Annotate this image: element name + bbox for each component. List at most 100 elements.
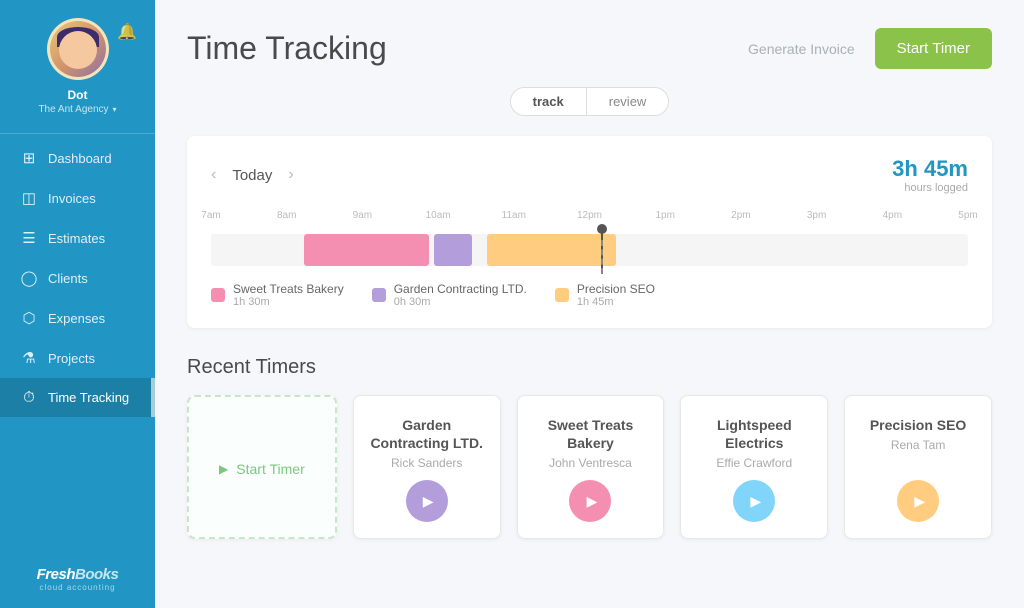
tabs-container: track review: [187, 87, 992, 116]
time-5pm: 5pm: [958, 210, 977, 221]
play-icon-lightspeed: ▶: [750, 493, 761, 510]
sidebar-item-projects[interactable]: ⚗ Projects: [0, 338, 155, 378]
sidebar-item-clients[interactable]: ◯ Clients: [0, 258, 155, 298]
timer-company-precision-seo: Precision SEO: [870, 416, 966, 434]
block-sweet-treats: [304, 234, 429, 266]
page-title: Time Tracking: [187, 30, 387, 67]
timeline-header: ‹ Today › 3h 45m hours logged: [211, 156, 968, 194]
next-arrow[interactable]: ›: [288, 166, 293, 184]
timer-person-garden-contracting: Rick Sanders: [370, 456, 484, 470]
timer-person-sweet-treats: John Ventresca: [534, 456, 648, 470]
time-4pm: 4pm: [883, 210, 902, 221]
add-timer-label: ▶ Start Timer: [219, 461, 305, 477]
time-3pm: 3pm: [807, 210, 826, 221]
timeline-ruler: 7am 8am 9am 10am 11am 12pm 1pm 2pm 3pm 4…: [211, 210, 968, 228]
hours-value: 3h 45m: [892, 156, 968, 182]
sidebar-user-section: 🔔 Dot The Ant Agency ▾: [0, 0, 155, 129]
timers-grid: ▶ Start Timer Garden Contracting LTD. Ri…: [187, 395, 992, 539]
timer-card-precision-seo: Precision SEO Rena Tam ▶: [844, 395, 992, 539]
timeline-bar-area: [211, 234, 968, 266]
bell-icon[interactable]: 🔔: [117, 22, 137, 42]
sidebar-item-time-tracking[interactable]: ⏱ Time Tracking: [0, 378, 155, 417]
logo-name: FreshBooks: [37, 566, 119, 583]
hours-label: hours logged: [892, 182, 968, 194]
block-precision-seo: [487, 234, 616, 266]
timer-company-sweet-treats: Sweet Treats Bakery: [534, 416, 648, 452]
play-icon-sweet-treats: ▶: [587, 493, 598, 510]
legend-sweet-treats: Sweet Treats Bakery 1h 30m: [211, 282, 344, 308]
current-time-dot: [597, 224, 607, 234]
legend-dot-precision-seo: [555, 288, 569, 302]
play-button-sweet-treats[interactable]: ▶: [569, 480, 611, 522]
legend-name-garden-contracting: Garden Contracting LTD.: [394, 282, 527, 296]
legend-time-garden-contracting: 0h 30m: [394, 296, 527, 308]
current-time-dashes: [601, 240, 603, 274]
prev-arrow[interactable]: ‹: [211, 166, 216, 184]
sidebar: 🔔 Dot The Ant Agency ▾ ⊞ Dashboard ◫ Inv…: [0, 0, 155, 608]
legend-name-precision-seo: Precision SEO: [577, 282, 655, 296]
play-icon-garden-contracting: ▶: [423, 493, 434, 510]
hours-logged: 3h 45m hours logged: [892, 156, 968, 194]
current-time-line: [601, 230, 603, 270]
generate-invoice-button[interactable]: Generate Invoice: [748, 41, 855, 57]
timer-card-garden-contracting: Garden Contracting LTD. Rick Sanders ▶: [353, 395, 501, 539]
time-9am: 9am: [353, 210, 372, 221]
block-garden-contracting: [434, 234, 472, 266]
play-triangle-icon: ▶: [219, 462, 228, 476]
tabs: track review: [510, 87, 670, 116]
time-11am: 11am: [502, 210, 526, 221]
timeline-card: ‹ Today › 3h 45m hours logged 7am 8am 9a…: [187, 136, 992, 328]
timer-person-lightspeed: Effie Crawford: [697, 456, 811, 470]
clients-icon: ◯: [20, 269, 38, 287]
today-label: Today: [232, 167, 272, 184]
timeline-nav: ‹ Today ›: [211, 166, 294, 184]
time-10am: 10am: [426, 210, 451, 221]
estimates-icon: ☰: [20, 229, 38, 247]
expenses-icon: ⬡: [20, 309, 38, 327]
avatar: [47, 18, 109, 80]
time-7am: 7am: [201, 210, 220, 221]
time-tracking-icon: ⏱: [20, 389, 38, 406]
time-8am: 8am: [277, 210, 296, 221]
chevron-down-icon: ▾: [113, 105, 117, 114]
timeline-legend: Sweet Treats Bakery 1h 30m Garden Contra…: [211, 282, 968, 308]
user-company[interactable]: The Ant Agency ▾: [38, 104, 116, 115]
tab-review[interactable]: review: [587, 88, 669, 115]
timer-card-lightspeed: Lightspeed Electrics Effie Crawford ▶: [680, 395, 828, 539]
legend-garden-contracting: Garden Contracting LTD. 0h 30m: [372, 282, 527, 308]
freshbooks-logo: FreshBooks cloud accounting: [37, 554, 119, 608]
logo-tagline: cloud accounting: [39, 583, 115, 592]
sidebar-item-estimates[interactable]: ☰ Estimates: [0, 218, 155, 258]
legend-time-precision-seo: 1h 45m: [577, 296, 655, 308]
time-1pm: 1pm: [655, 210, 674, 221]
sidebar-item-invoices[interactable]: ◫ Invoices: [0, 178, 155, 218]
main-content: Time Tracking Generate Invoice Start Tim…: [155, 0, 1024, 608]
recent-timers-title: Recent Timers: [187, 356, 992, 379]
time-2pm: 2pm: [731, 210, 750, 221]
play-button-lightspeed[interactable]: ▶: [733, 480, 775, 522]
legend-dot-sweet-treats: [211, 288, 225, 302]
legend-name-sweet-treats: Sweet Treats Bakery: [233, 282, 344, 296]
sidebar-item-expenses[interactable]: ⬡ Expenses: [0, 298, 155, 338]
start-timer-button[interactable]: Start Timer: [875, 28, 992, 69]
legend-precision-seo: Precision SEO 1h 45m: [555, 282, 655, 308]
invoices-icon: ◫: [20, 189, 38, 207]
timer-company-garden-contracting: Garden Contracting LTD.: [370, 416, 484, 452]
play-button-garden-contracting[interactable]: ▶: [406, 480, 448, 522]
play-icon-precision-seo: ▶: [914, 493, 925, 510]
sidebar-divider: [0, 133, 155, 134]
dashboard-icon: ⊞: [20, 149, 38, 167]
add-timer-card[interactable]: ▶ Start Timer: [187, 395, 337, 539]
header-actions: Generate Invoice Start Timer: [748, 28, 992, 69]
user-name: Dot: [68, 88, 88, 102]
legend-dot-garden-contracting: [372, 288, 386, 302]
play-button-precision-seo[interactable]: ▶: [897, 480, 939, 522]
timer-card-sweet-treats: Sweet Treats Bakery John Ventresca ▶: [517, 395, 665, 539]
tab-track[interactable]: track: [511, 88, 586, 115]
legend-time-sweet-treats: 1h 30m: [233, 296, 344, 308]
recent-timers-section: Recent Timers ▶ Start Timer Garden Contr…: [187, 356, 992, 539]
projects-icon: ⚗: [20, 349, 38, 367]
sidebar-item-dashboard[interactable]: ⊞ Dashboard: [0, 138, 155, 178]
timer-company-lightspeed: Lightspeed Electrics: [697, 416, 811, 452]
page-header: Time Tracking Generate Invoice Start Tim…: [187, 28, 992, 69]
